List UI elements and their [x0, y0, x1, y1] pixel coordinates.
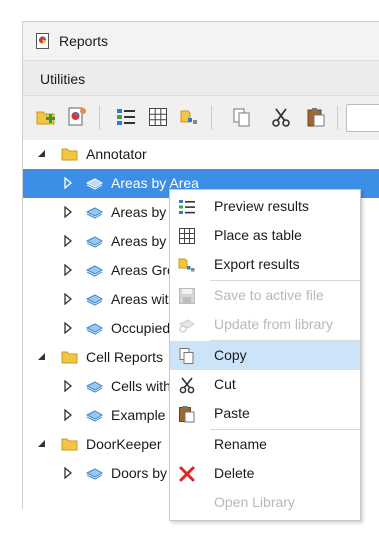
- menu-item-rename[interactable]: Rename: [170, 430, 360, 459]
- collapse-arrow-icon[interactable]: [37, 148, 47, 160]
- toolbar-separator: [211, 106, 212, 130]
- report-stack-icon: [86, 236, 103, 248]
- menu-utilities[interactable]: Utilities: [40, 71, 85, 87]
- copy-icon[interactable]: [231, 106, 253, 128]
- paste-icon: [179, 406, 195, 423]
- new-folder-icon[interactable]: [35, 106, 57, 128]
- tree-item-label: Areas by: [111, 233, 167, 249]
- preview-results-icon: [179, 200, 195, 214]
- tree-group-label: Cell Reports: [86, 349, 164, 365]
- expand-arrow-icon[interactable]: [63, 322, 73, 334]
- copy-icon: [179, 348, 194, 364]
- report-stack-icon: [86, 207, 103, 219]
- tree-group-annotator[interactable]: Annotator: [23, 140, 379, 169]
- report-stack-icon: [86, 178, 103, 190]
- folder-icon: [61, 438, 78, 451]
- report-stack-icon: [86, 410, 103, 422]
- preview-results-icon[interactable]: [115, 106, 137, 128]
- menu-item-paste[interactable]: Paste: [170, 399, 360, 428]
- toolbar: [23, 95, 379, 141]
- expand-arrow-icon[interactable]: [63, 380, 73, 392]
- report-stack-icon: [86, 294, 103, 306]
- menu-item-label: Save to active file: [214, 287, 324, 303]
- menu-item-preview-results[interactable]: Preview results: [170, 192, 360, 221]
- menu-item-label: Delete: [214, 465, 255, 481]
- menu-item-label: Paste: [214, 405, 250, 421]
- menu-item-label: Place as table: [214, 227, 302, 243]
- update-icon: [178, 319, 195, 333]
- menu-item-update-from-library: Update from library: [170, 310, 360, 339]
- cut-icon: [179, 377, 195, 394]
- expand-arrow-icon[interactable]: [63, 409, 73, 421]
- menu-item-open-library: Open Library: [170, 488, 360, 517]
- tree-item-label: Areas Gro: [111, 262, 175, 278]
- paste-icon[interactable]: [305, 106, 327, 128]
- expand-arrow-icon[interactable]: [63, 467, 73, 479]
- export-results-icon[interactable]: [178, 106, 200, 128]
- report-stack-icon: [86, 468, 103, 480]
- folder-icon: [61, 351, 78, 364]
- menu-item-label: Cut: [214, 376, 236, 392]
- menu-item-label: Export results: [214, 256, 300, 272]
- menu-item-label: Open Library: [214, 494, 295, 510]
- report-stack-icon: [86, 265, 103, 277]
- tree-group-label: DoorKeeper: [86, 436, 162, 452]
- expand-arrow-icon[interactable]: [63, 264, 73, 276]
- cut-icon[interactable]: [270, 106, 292, 128]
- folder-icon: [61, 148, 78, 161]
- export-icon: [178, 258, 195, 272]
- toolbar-separator: [337, 106, 338, 130]
- menu-item-cut[interactable]: Cut: [170, 370, 360, 399]
- title-bar: Reports: [23, 22, 379, 60]
- expand-arrow-icon[interactable]: [63, 235, 73, 247]
- place-as-table-icon[interactable]: [147, 106, 169, 128]
- tree-item-label: Areas by: [111, 204, 167, 220]
- tree-item-label: Cells with: [111, 378, 171, 394]
- expand-arrow-icon[interactable]: [63, 293, 73, 305]
- tree-item-label: Doors by: [111, 465, 168, 481]
- report-stack-icon: [86, 323, 103, 335]
- menu-item-delete[interactable]: Delete: [170, 459, 360, 488]
- report-stack-icon: [86, 381, 103, 393]
- menu-item-place-as-table[interactable]: Place as table: [170, 221, 360, 250]
- expand-arrow-icon[interactable]: [63, 206, 73, 218]
- toolbar-search-box[interactable]: [346, 104, 379, 132]
- menu-item-save-to-active-file: Save to active file: [170, 281, 360, 310]
- save-icon: [179, 288, 195, 304]
- menu-item-label: Rename: [214, 436, 267, 452]
- menu-item-label: Copy: [214, 347, 247, 363]
- tree-group-label: Annotator: [86, 146, 147, 162]
- tree-item-label: Areas wit: [111, 291, 169, 307]
- toolbar-separator: [99, 106, 100, 130]
- collapse-arrow-icon[interactable]: [37, 438, 47, 450]
- menu-item-copy[interactable]: Copy: [170, 341, 360, 370]
- menu-item-export-results[interactable]: Export results: [170, 250, 360, 279]
- menu-item-label: Update from library: [214, 316, 334, 332]
- reports-app-icon: [36, 33, 49, 49]
- expand-arrow-icon[interactable]: [63, 177, 73, 189]
- delete-icon: [179, 466, 195, 482]
- table-icon: [179, 228, 195, 244]
- menu-item-label: Preview results: [214, 198, 309, 214]
- tree-item-label: Occupied: [111, 320, 171, 336]
- menu-bar: Utilities: [23, 60, 379, 95]
- collapse-arrow-icon[interactable]: [37, 351, 47, 363]
- context-menu: Preview results Place as table Export re…: [169, 189, 361, 521]
- window-title: Reports: [59, 33, 109, 49]
- tree-item-label: Example: [111, 407, 166, 423]
- new-report-icon[interactable]: [66, 106, 88, 128]
